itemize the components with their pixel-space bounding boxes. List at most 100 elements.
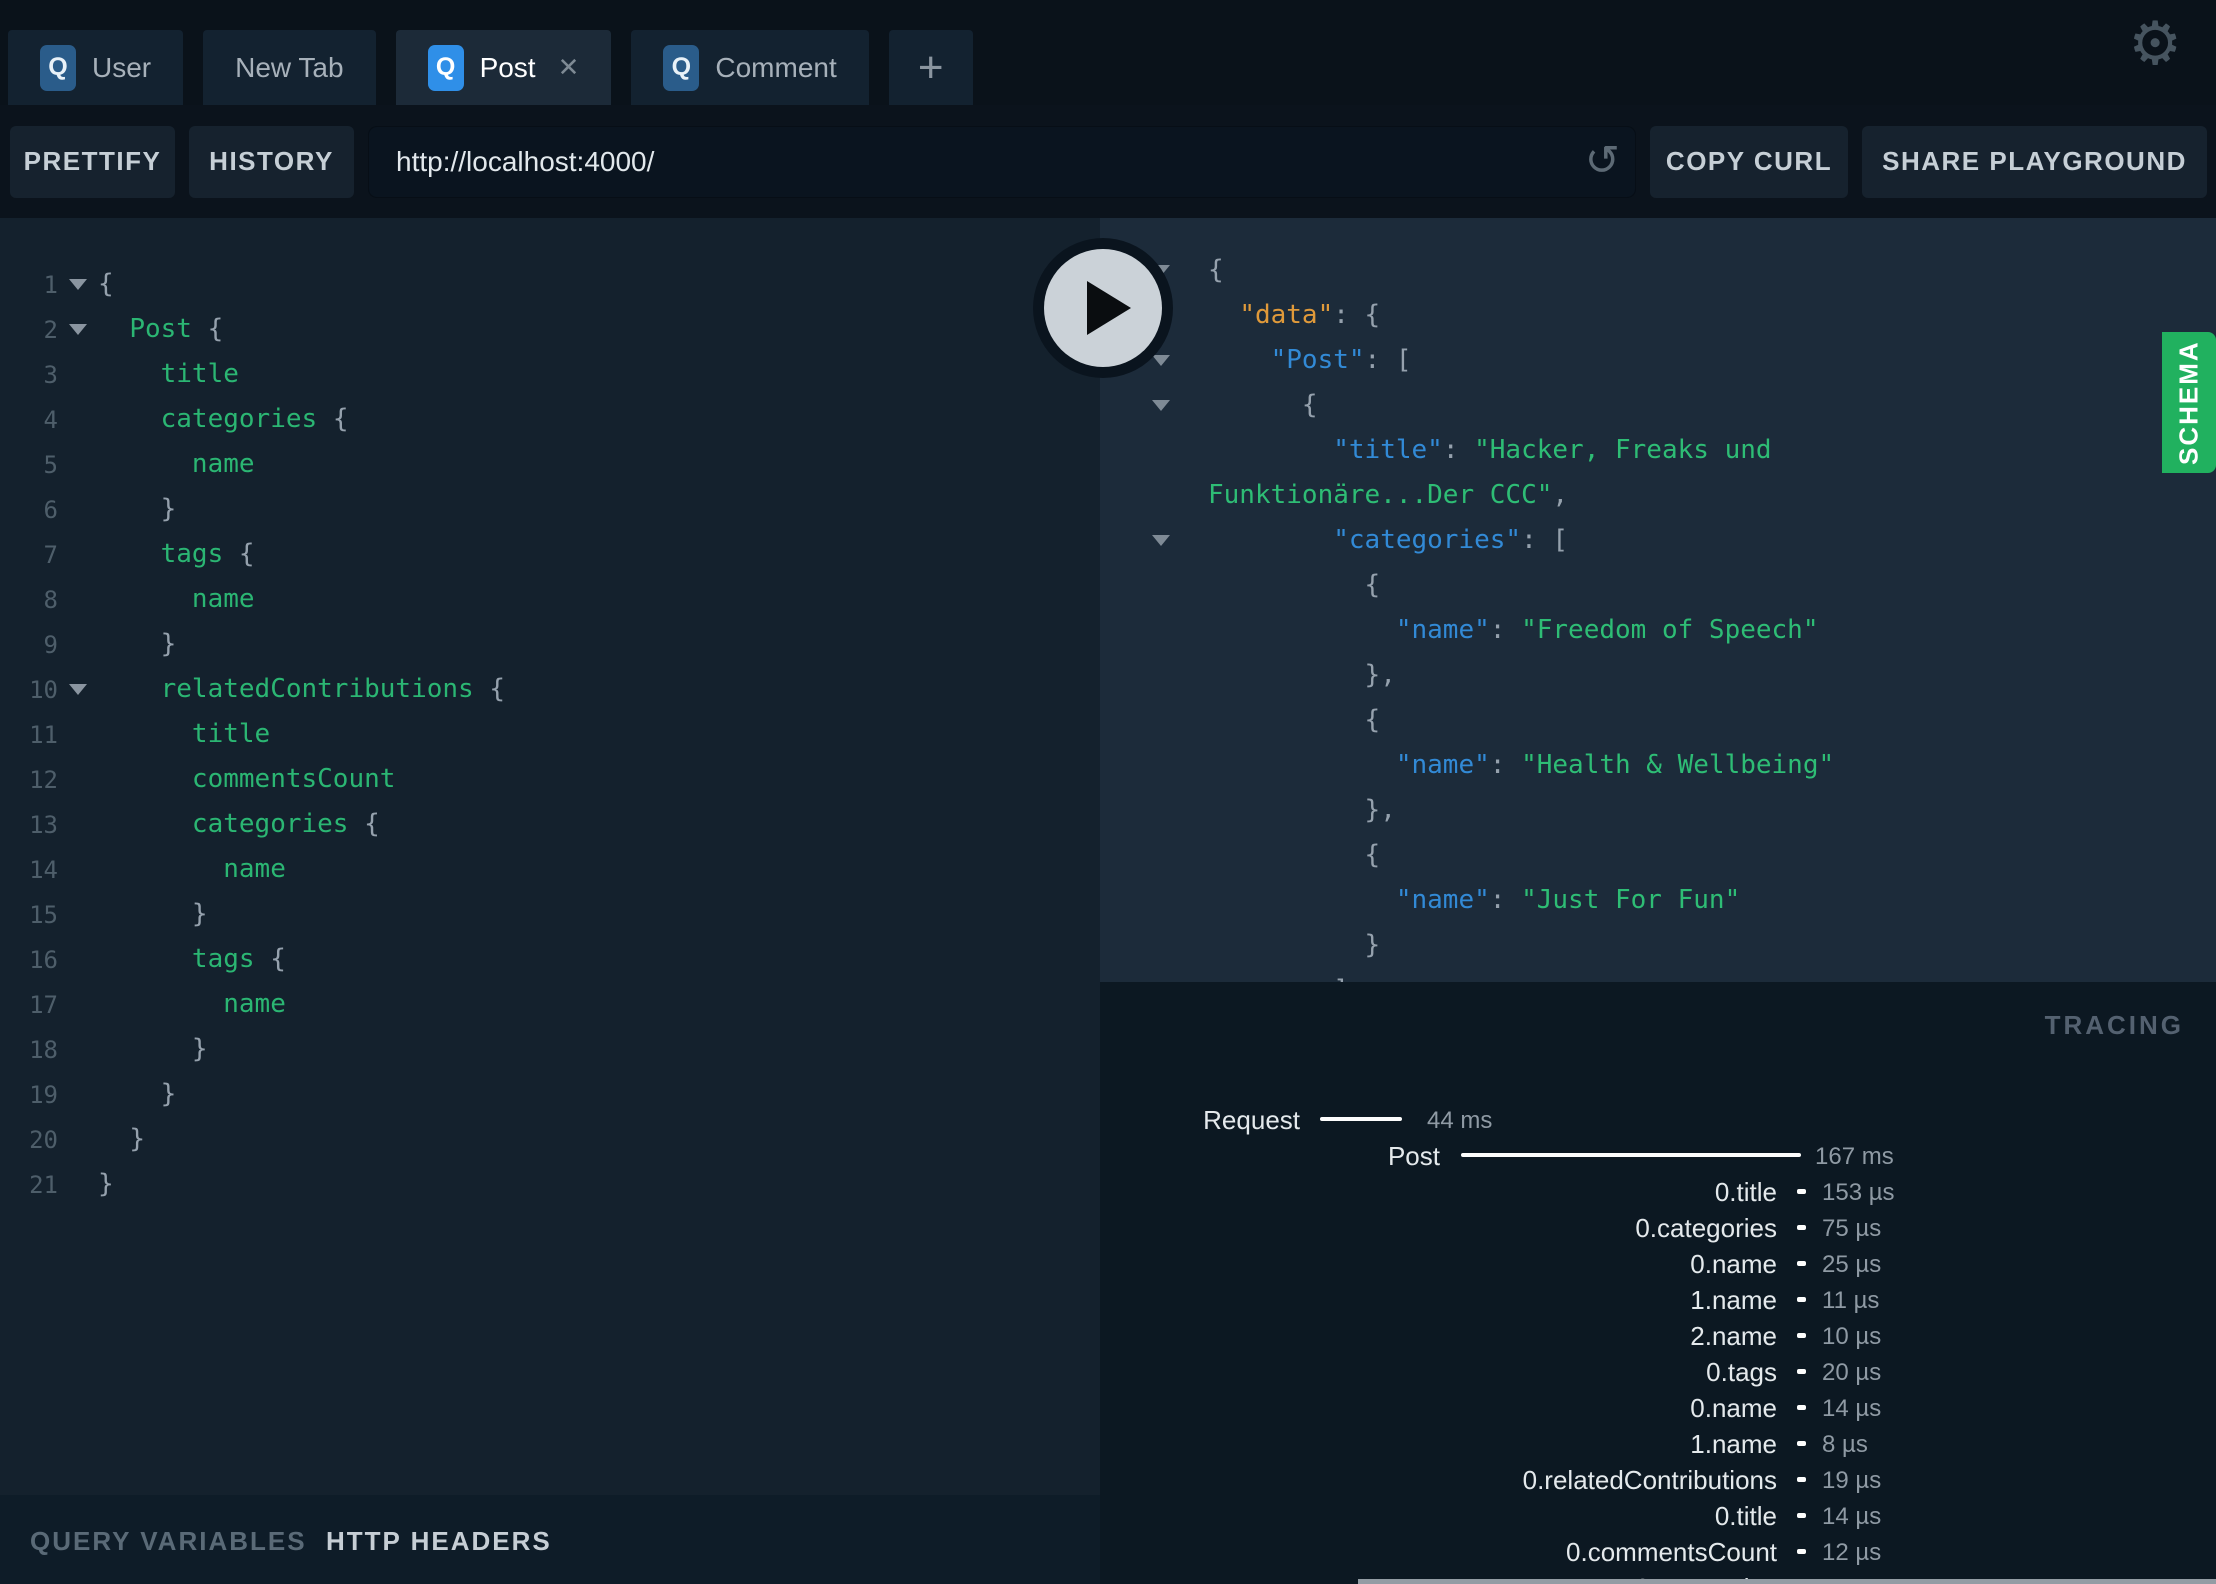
code-text: tags { [160, 539, 255, 569]
editor-line[interactable]: 17 name [0, 982, 1100, 1027]
play-button-circle [1044, 249, 1162, 367]
response-line: "title": "Hacker, Freaks und [1100, 428, 2216, 473]
tracing-duration-bar [1797, 1261, 1806, 1266]
tab-label: New Tab [235, 51, 344, 83]
response-line: Funktionäre...Der CCC", [1100, 473, 2216, 518]
fold-arrow-icon[interactable] [58, 279, 98, 290]
editor-line[interactable]: 19 } [0, 1072, 1100, 1117]
tracing-horizontal-scrollbar[interactable] [1358, 1579, 2216, 1584]
code-text: { [1301, 390, 1318, 420]
query-variables-tab[interactable]: QUERY VARIABLES [30, 1526, 307, 1557]
editor-line[interactable]: 4 categories { [0, 397, 1100, 442]
graphql-playground-window: { "icons": { "gear": "⚙", "refresh": "↺"… [0, 0, 2216, 1584]
editor-line[interactable]: 15 } [0, 892, 1100, 937]
code-text: } [191, 1034, 208, 1064]
tracing-duration-bar [1797, 1513, 1806, 1518]
line-number: 5 [43, 450, 58, 479]
editor-line[interactable]: 5 name [0, 442, 1100, 487]
editor-line[interactable]: 8 name [0, 577, 1100, 622]
code-text: { [1364, 840, 1381, 870]
fold-arrow-icon[interactable] [58, 324, 98, 335]
endpoint-url-input[interactable] [368, 145, 1576, 178]
tab-list: Q User New Tab Q Post ✕ Q Comment + [8, 30, 973, 105]
tracing-duration-time: 8 µs [1822, 1431, 1868, 1458]
editor-line[interactable]: 9 } [0, 622, 1100, 667]
code-text: title [160, 359, 239, 389]
query-type-badge: Q [40, 44, 76, 91]
tracing-duration-time: 10 µs [1822, 1323, 1882, 1350]
code-text: title [191, 719, 271, 749]
execute-query-button[interactable] [1033, 238, 1173, 378]
fold-arrow-icon[interactable] [58, 684, 98, 695]
line-number: 17 [29, 990, 58, 1019]
code-text: { [1208, 255, 1224, 285]
tab-label: Comment [715, 51, 837, 83]
response-line: { [1100, 563, 2216, 608]
editor-line[interactable]: 21} [0, 1162, 1100, 1207]
response-line: { [1100, 383, 2216, 428]
editor-line[interactable]: 12 commentsCount [0, 757, 1100, 802]
editor-line[interactable]: 20 } [0, 1117, 1100, 1162]
tracing-duration-time: 75 µs [1822, 1215, 1882, 1242]
code-text: }, [1364, 795, 1396, 825]
code-text: "title": "Hacker, Freaks und [1333, 435, 1772, 465]
query-editor-pane[interactable]: 1{2 Post {3 title 4 categories {5 name 6 }… [0, 218, 1100, 1495]
line-number: 8 [43, 585, 58, 614]
copy-curl-button[interactable]: COPY CURL [1650, 125, 1848, 198]
tab-user[interactable]: Q User [8, 30, 184, 105]
code-text: { [1364, 570, 1381, 600]
line-number: 10 [29, 675, 58, 704]
http-headers-tab[interactable]: HTTP HEADERS [326, 1526, 552, 1557]
editor-line[interactable]: 13 categories { [0, 802, 1100, 847]
settings-gear-icon[interactable]: ⚙ [2128, 14, 2182, 74]
prettify-button[interactable]: PRETTIFY [10, 125, 175, 198]
editor-line[interactable]: 14 name [0, 847, 1100, 892]
new-tab-button[interactable]: + [888, 30, 973, 105]
editor-line[interactable]: 18 } [0, 1027, 1100, 1072]
line-number: 9 [43, 630, 58, 659]
editor-line[interactable]: 16 tags { [0, 937, 1100, 982]
code-text: "data": { [1239, 300, 1381, 330]
tracing-resolver-label: 0.relatedContributions [1522, 1465, 1777, 1495]
close-tab-icon[interactable]: ✕ [558, 52, 580, 83]
editor-line[interactable]: 7 tags { [0, 532, 1100, 577]
tracing-resolver-label: 0.name [1690, 1393, 1777, 1423]
code-text: } [191, 899, 208, 929]
tab-label: User [92, 51, 152, 83]
code-text: tags { [191, 944, 286, 974]
line-number: 7 [43, 540, 58, 569]
tracing-panel: TRACING Request 44 ms Post 167 ms 0.title 153… [1100, 982, 2216, 1584]
tracing-duration-bar [1461, 1153, 1801, 1157]
code-text: name [223, 989, 286, 1019]
editor-bottom-bar: QUERY VARIABLES HTTP HEADERS [0, 1495, 1100, 1584]
code-text: } [160, 629, 177, 659]
tracing-resolver-label: 0.categories [1635, 1213, 1777, 1243]
response-line: { [1100, 248, 2216, 293]
response-line: "categories": [ [1100, 518, 2216, 563]
code-text: categories { [191, 809, 380, 839]
response-line: "Post": [ [1100, 338, 2216, 383]
code-text: Funktionäre...Der CCC", [1208, 480, 1569, 510]
tracing-duration-bar [1797, 1441, 1806, 1446]
tracing-duration-time: 11 µs [1822, 1287, 1880, 1314]
tab-post[interactable]: Q Post ✕ [395, 30, 612, 105]
tracing-resolver-label: 0.tags [1706, 1357, 1777, 1387]
editor-line[interactable]: 10 relatedContributions { [0, 667, 1100, 712]
toolbar: PRETTIFY HISTORY ↺ COPY CURL SHARE PLAYG… [0, 105, 2216, 218]
editor-line[interactable]: 2 Post { [0, 307, 1100, 352]
tab-new-tab[interactable]: New Tab [203, 30, 376, 105]
tab-comment[interactable]: Q Comment [631, 30, 869, 105]
editor-line[interactable]: 11 title [0, 712, 1100, 757]
code-text: commentsCount [191, 764, 396, 794]
collapse-arrow-icon[interactable] [1100, 535, 1208, 546]
history-button[interactable]: HISTORY [189, 125, 354, 198]
code-text: Post { [129, 314, 224, 344]
schema-side-tab[interactable]: SCHEMA [2162, 332, 2216, 473]
editor-line[interactable]: 6 } [0, 487, 1100, 532]
editor-line[interactable]: 3 title [0, 352, 1100, 397]
collapse-arrow-icon[interactable] [1100, 400, 1208, 411]
share-playground-button[interactable]: SHARE PLAYGROUND [1862, 125, 2207, 198]
line-number: 18 [29, 1035, 58, 1064]
editor-line[interactable]: 1{ [0, 262, 1100, 307]
reload-schema-icon[interactable]: ↺ [1585, 138, 1620, 181]
